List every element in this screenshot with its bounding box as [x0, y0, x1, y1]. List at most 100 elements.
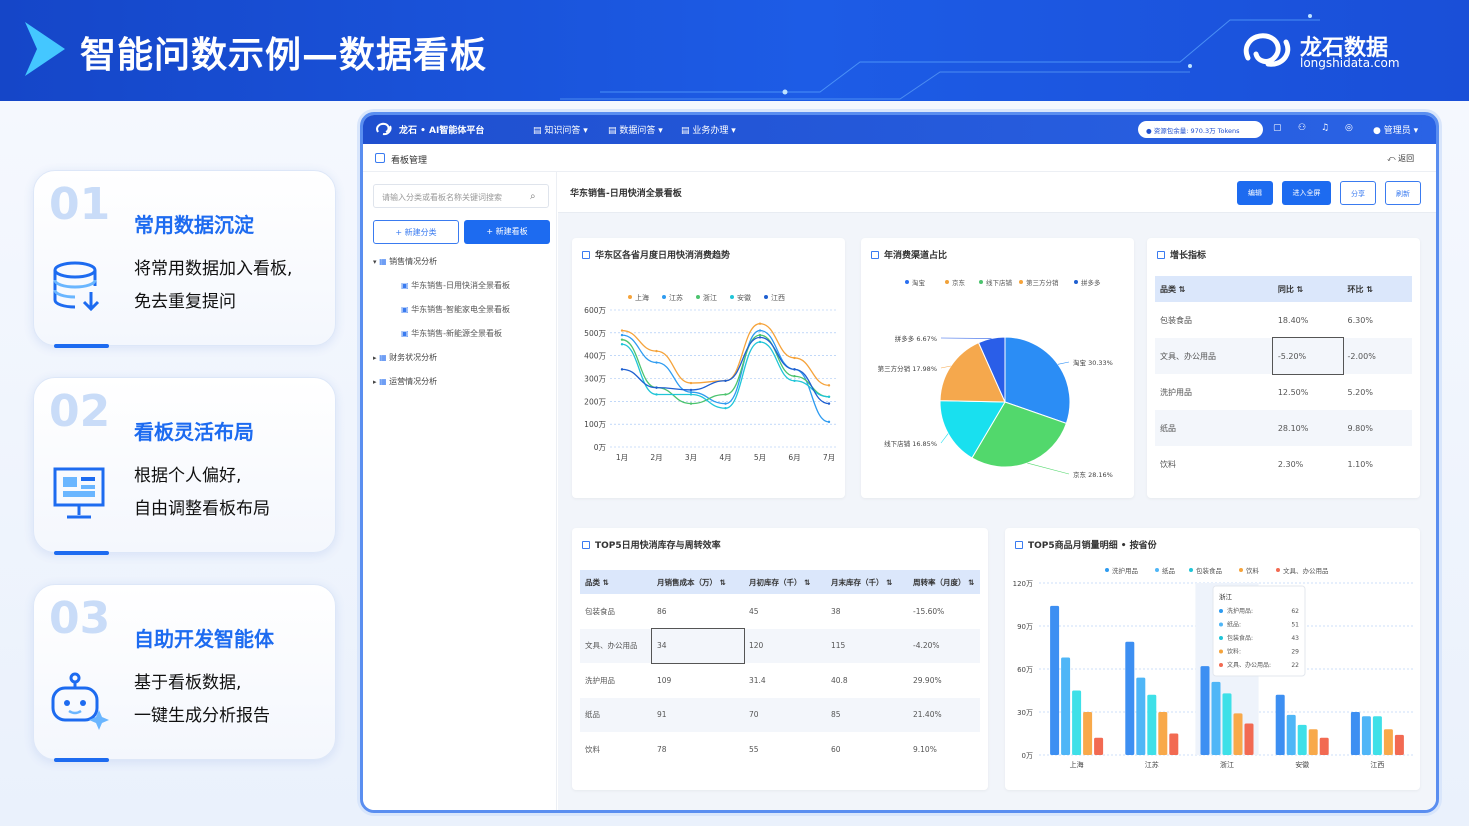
new-category-button[interactable]: + 新建分类: [373, 220, 459, 244]
tree-item-label: 华东销售-智能家电全景看板: [411, 305, 510, 314]
data-point: [827, 402, 831, 405]
user-menu[interactable]: ● 管理员 ▾: [1373, 123, 1418, 136]
legend-marker: [1019, 280, 1023, 284]
table-cell: 55: [749, 744, 759, 754]
legend-marker: [662, 295, 666, 299]
legend-marker: [979, 280, 983, 284]
bar: [1244, 723, 1254, 755]
column-header[interactable]: 环比 ⇅: [1343, 276, 1412, 302]
brand-logo: 龙石数据 longshidata.com: [1240, 28, 1420, 78]
table-cell: 饮料: [1160, 459, 1176, 469]
table-cell: 91: [657, 710, 667, 720]
dashboard-title: 华东销售-日用快消全景看板: [570, 189, 682, 199]
table-cell: 包装食品: [1160, 315, 1192, 325]
nav-data-qa[interactable]: ▤ 数据问答 ▾: [608, 123, 663, 136]
legend-label: 饮料: [1246, 566, 1260, 575]
y-tick-label: 500万: [584, 329, 606, 338]
tree-group-sales[interactable]: ▾ ▦ 销售情况分析: [373, 256, 437, 267]
chat-icon[interactable]: ▢: [1273, 123, 1282, 133]
database-download-icon: [53, 261, 100, 312]
username: 管理员: [1383, 126, 1411, 136]
grid-icon: ▦: [379, 353, 387, 362]
search-placeholder: 请输入分类或看板名称关键词搜索: [382, 193, 502, 202]
table-cell: 86: [657, 606, 667, 616]
share-button[interactable]: 分享: [1340, 181, 1376, 205]
back-button[interactable]: ⤺ 返回: [1387, 153, 1414, 164]
tooltip-marker: [1219, 636, 1223, 640]
data-point: [724, 379, 727, 382]
y-tick-label: 200万: [584, 397, 606, 406]
platform-logo-icon: [376, 122, 392, 136]
table-cell: 纸品: [1160, 423, 1176, 433]
tree-group-finance[interactable]: ▸ ▦ 财务状况分析: [373, 352, 437, 363]
legend-marker: [1074, 280, 1078, 284]
dashboard-header: 华东销售-日用快消全景看板 编辑 进入全屏 分享 刷新: [558, 172, 1436, 213]
data-point: [758, 322, 762, 325]
data-point: [689, 391, 693, 394]
x-tick-label: 2月: [650, 453, 662, 462]
caret-down-icon: ▾: [373, 258, 377, 266]
column-header[interactable]: 同比 ⇅: [1273, 276, 1343, 302]
edit-button[interactable]: 编辑: [1237, 181, 1273, 205]
table-cell: 6.30%: [1347, 315, 1373, 325]
tree-group-label: 财务状况分析: [389, 353, 438, 362]
caret-right-icon: ▸: [373, 354, 377, 362]
user-center-icon[interactable]: ⚇: [1298, 123, 1306, 133]
y-tick-label: 60万: [1017, 666, 1033, 674]
feature-card-1: 01 常用数据沉淀 将常用数据加入看板, 免去重复提问: [33, 170, 336, 348]
board-search-input[interactable]: 请输入分类或看板名称关键词搜索: [373, 184, 549, 208]
column-header[interactable]: 品类 ⇅: [580, 570, 652, 594]
feature-number: 01: [49, 179, 111, 230]
tree-item-board[interactable]: ▣ 华东销售-智能家电全景看板: [401, 304, 510, 315]
feature-description: 根据个人偏好, 自由调整看板布局: [134, 460, 270, 526]
nav-business[interactable]: ▤ 业务办理 ▾: [681, 123, 736, 136]
help-icon[interactable]: ◎: [1345, 123, 1353, 133]
card-title-text: TOP5商品月销量明细 • 按省份: [1028, 541, 1157, 551]
column-header[interactable]: 月初库存（千） ⇅: [744, 570, 826, 594]
column-header[interactable]: 品类 ⇅: [1155, 276, 1273, 302]
table-cell: 2.30%: [1277, 459, 1304, 469]
caret-right-icon: ▸: [373, 378, 377, 386]
tooltip-item-label: 包装食品:: [1227, 634, 1253, 642]
board-icon: ▣: [401, 281, 409, 290]
new-board-button[interactable]: + 新建看板: [464, 220, 550, 244]
tree-group-label: 销售情况分析: [389, 257, 438, 266]
card-title: 华东区各省月度日用快消消费趋势: [582, 248, 730, 261]
table-row: 洗护用品 109 31.4 40.8 29.90%: [580, 663, 980, 698]
series-line: [621, 341, 830, 409]
feature-desc-line: 免去重复提问: [134, 292, 236, 312]
column-header[interactable]: 月销售成本（万） ⇅: [652, 570, 744, 594]
fullscreen-button[interactable]: 进入全屏: [1282, 181, 1331, 205]
x-tick-label: 7月: [823, 453, 835, 462]
column-header[interactable]: 周转率（月度） ⇅: [908, 570, 980, 594]
data-point: [689, 381, 693, 385]
play-arrow-icon: [25, 22, 65, 76]
column-header[interactable]: 月末库存（千） ⇅: [826, 570, 908, 594]
search-icon[interactable]: ⌕: [530, 191, 536, 202]
table-header-row: 品类 ⇅ 同比 ⇅ 环比 ⇅: [1155, 276, 1412, 302]
y-tick-label: 100万: [584, 420, 606, 429]
table-row: 纸品 91 70 85 21.40%: [580, 697, 980, 732]
table-cell: 31.4: [749, 675, 766, 685]
data-point: [758, 329, 762, 332]
nav-knowledge-qa[interactable]: ▤ 知识问答 ▾: [533, 123, 588, 136]
tree-group-operation[interactable]: ▸ ▦ 运营情况分析: [373, 376, 437, 387]
pie-chart-card: 年消费渠道占比 淘宝 京东 线下店铺 第三方分销 拼多多 淘宝 30.33% 京东 28.1…: [861, 238, 1134, 498]
data-point: [655, 386, 658, 389]
table-cell: 34: [651, 627, 745, 664]
table-row: 饮料 2.30% 1.10%: [1155, 446, 1412, 482]
table-cell: 18.40%: [1277, 315, 1309, 325]
bar: [1394, 734, 1404, 755]
card-title-text: 增长指标: [1170, 251, 1207, 261]
tooltip-item-label: 饮料:: [1227, 648, 1241, 656]
tooltip-marker: [1219, 663, 1223, 667]
growth-table: 品类 ⇅ 同比 ⇅ 环比 ⇅ 包装食品 18.40% 6.30% 文具、办公用品 -5.20%…: [1155, 276, 1412, 482]
tree-item-board[interactable]: ▣ 华东销售-日用快消全景看板: [401, 280, 510, 291]
table-cell: 包装食品: [585, 606, 615, 616]
bell-icon[interactable]: ♫: [1321, 123, 1329, 133]
grid-icon: ▦: [379, 257, 387, 266]
nav-label: 数据问答: [619, 126, 656, 136]
legend-marker: [1189, 568, 1193, 572]
tree-item-board[interactable]: ▣ 华东销售-新能源全景看板: [401, 328, 502, 339]
refresh-button[interactable]: 刷新: [1385, 181, 1421, 205]
